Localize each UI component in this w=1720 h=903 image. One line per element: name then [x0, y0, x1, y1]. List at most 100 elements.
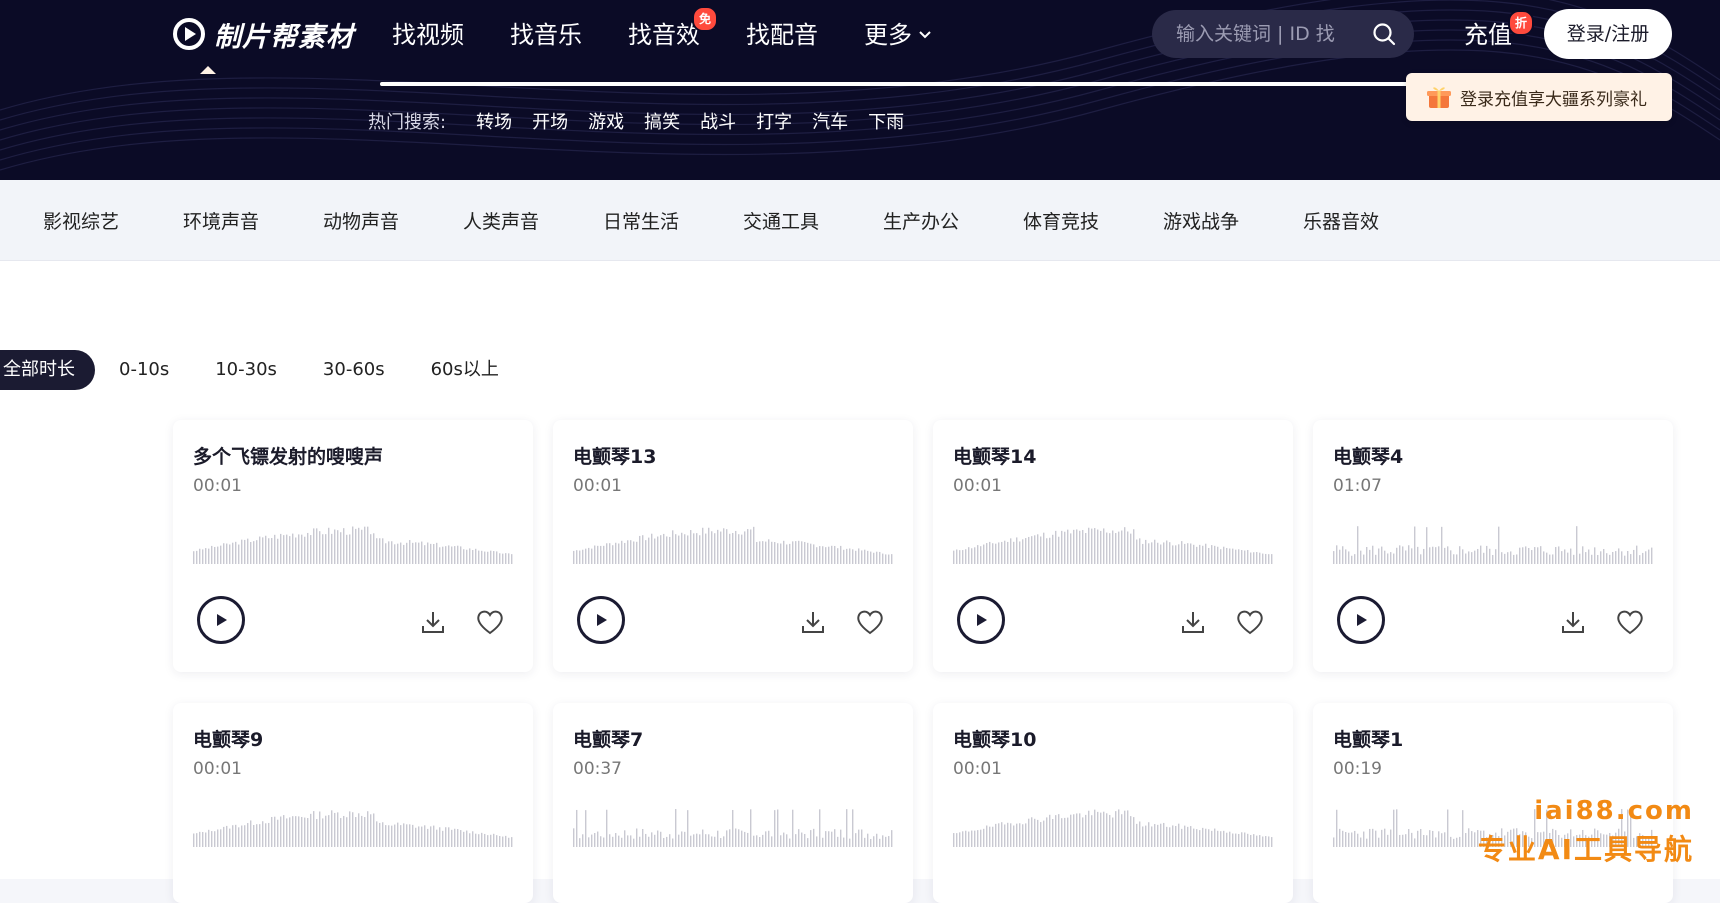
waveform-bar	[223, 543, 225, 564]
waveform-bar	[1253, 834, 1255, 847]
waveform-bar	[1217, 546, 1219, 564]
category-item[interactable]: 生产办公	[883, 207, 964, 234]
waveform-bar	[786, 544, 788, 564]
search-input[interactable]	[1174, 22, 1358, 46]
sound-title[interactable]: 电颤琴10	[953, 725, 1036, 752]
download-button[interactable]	[1179, 608, 1207, 636]
category-item[interactable]: 日常生活	[603, 207, 684, 234]
duration-filter-all[interactable]: 全部时长	[0, 350, 95, 390]
waveform-bar	[726, 529, 728, 564]
category-item[interactable]: 交通工具	[743, 207, 824, 234]
favorite-button[interactable]	[1235, 608, 1265, 636]
play-button[interactable]	[577, 596, 625, 644]
waveform-bar	[1160, 544, 1162, 564]
sound-title[interactable]: 电颤琴7	[573, 725, 643, 752]
waveform-bar	[1423, 834, 1425, 847]
waveform[interactable]	[573, 799, 893, 847]
favorite-button[interactable]	[855, 608, 885, 636]
hot-tag[interactable]: 汽车	[812, 108, 848, 134]
category-item[interactable]: 环境声音	[183, 207, 264, 234]
recharge-link[interactable]: 充值 折	[1464, 10, 1534, 58]
waveform[interactable]	[573, 516, 893, 564]
waveform-bar	[289, 817, 291, 847]
sound-title[interactable]: 电颤琴9	[193, 725, 263, 752]
category-item[interactable]: 体育竞技	[1023, 207, 1104, 234]
play-button[interactable]	[1337, 596, 1385, 644]
favorite-button[interactable]	[475, 608, 505, 636]
sound-card[interactable]: 多个飞镖发射的嗖嗖声 00:01	[173, 420, 533, 672]
promo-tooltip[interactable]: 登录充值享大疆系列豪礼	[1406, 73, 1672, 121]
waveform-bar	[738, 829, 740, 847]
nav-find-sfx[interactable]: 找音效免	[628, 6, 718, 58]
sound-card[interactable]: 电颤琴10 00:01	[933, 703, 1293, 903]
waveform-bar	[229, 544, 231, 564]
sound-title[interactable]: 电颤琴13	[573, 442, 656, 469]
waveform[interactable]	[193, 799, 513, 847]
waveform-bar	[253, 824, 255, 847]
download-button[interactable]	[1559, 608, 1587, 636]
hot-tag[interactable]: 下雨	[868, 108, 904, 134]
category-item[interactable]: 动物声音	[323, 207, 404, 234]
category-item[interactable]: 人类声音	[463, 207, 544, 234]
sound-duration: 00:01	[193, 759, 242, 779]
waveform-bar	[774, 542, 776, 564]
sound-card[interactable]: 电颤琴9 00:01	[173, 703, 533, 903]
duration-filter-10-30[interactable]: 10-30s	[215, 350, 277, 390]
waveform-bar	[867, 833, 869, 847]
waveform-bar	[983, 544, 985, 564]
sound-card[interactable]: 电颤琴4 01:07	[1313, 420, 1673, 672]
waveform-bar	[1241, 550, 1243, 564]
login-register-button[interactable]: 登录/注册	[1544, 9, 1672, 59]
waveform-bar	[433, 543, 435, 564]
waveform-bar	[1408, 829, 1410, 847]
waveform-bar	[343, 815, 345, 847]
waveform-bar	[352, 526, 354, 564]
site-logo[interactable]: 制片帮素材	[172, 14, 354, 54]
waveform-bar	[1115, 533, 1117, 564]
waveform[interactable]	[1333, 516, 1653, 564]
category-item[interactable]: 影视综艺	[43, 207, 124, 234]
sound-card[interactable]: 电颤琴14 00:01	[933, 420, 1293, 672]
duration-filter-30-60[interactable]: 30-60s	[323, 350, 385, 390]
waveform[interactable]	[953, 799, 1273, 847]
waveform-bar	[400, 825, 402, 847]
waveform-bar	[196, 833, 198, 847]
hot-tag[interactable]: 转场	[476, 108, 512, 134]
sound-title[interactable]: 多个飞镖发射的嗖嗖声	[193, 442, 383, 469]
hot-tag[interactable]: 打字	[756, 108, 792, 134]
waveform[interactable]	[953, 516, 1273, 564]
nav-find-video[interactable]: 找视频	[392, 12, 464, 58]
play-button[interactable]	[957, 596, 1005, 644]
sound-title[interactable]: 电颤琴4	[1333, 442, 1403, 469]
waveform-bar	[340, 818, 342, 847]
sound-card[interactable]: 电颤琴7 00:37	[553, 703, 913, 903]
download-button[interactable]	[799, 608, 827, 636]
category-item[interactable]: 乐器音效	[1303, 207, 1384, 234]
favorite-button[interactable]	[1615, 608, 1645, 636]
nav-more[interactable]: 更多	[864, 12, 932, 58]
waveform-bar	[1070, 814, 1072, 847]
category-item[interactable]: 游戏战争	[1163, 207, 1244, 234]
waveform-bar	[322, 534, 324, 564]
duration-filter-60-plus[interactable]: 60s以上	[431, 350, 499, 390]
hot-tag[interactable]: 游戏	[588, 108, 624, 134]
play-button[interactable]	[197, 596, 245, 644]
download-button[interactable]	[419, 608, 447, 636]
sound-title[interactable]: 电颤琴14	[953, 442, 1036, 469]
waveform-bar	[430, 543, 432, 564]
hot-tag[interactable]: 搞笑	[644, 108, 680, 134]
waveform-bar	[1435, 547, 1437, 564]
waveform-bar	[1097, 529, 1099, 564]
hot-tag[interactable]: 开场	[532, 108, 568, 134]
sound-title[interactable]: 电颤琴1	[1333, 725, 1403, 752]
nav-find-voiceover[interactable]: 找配音	[746, 12, 818, 58]
waveform-bar	[858, 548, 860, 564]
hot-tag[interactable]: 战斗	[700, 108, 736, 134]
waveform-bar	[337, 812, 339, 847]
search-icon[interactable]	[1372, 22, 1396, 46]
nav-label: 找音效	[628, 21, 700, 49]
nav-find-music[interactable]: 找音乐	[510, 12, 582, 58]
duration-filter-0-10[interactable]: 0-10s	[119, 350, 169, 390]
waveform[interactable]	[193, 516, 513, 564]
sound-card[interactable]: 电颤琴13 00:01	[553, 420, 913, 672]
